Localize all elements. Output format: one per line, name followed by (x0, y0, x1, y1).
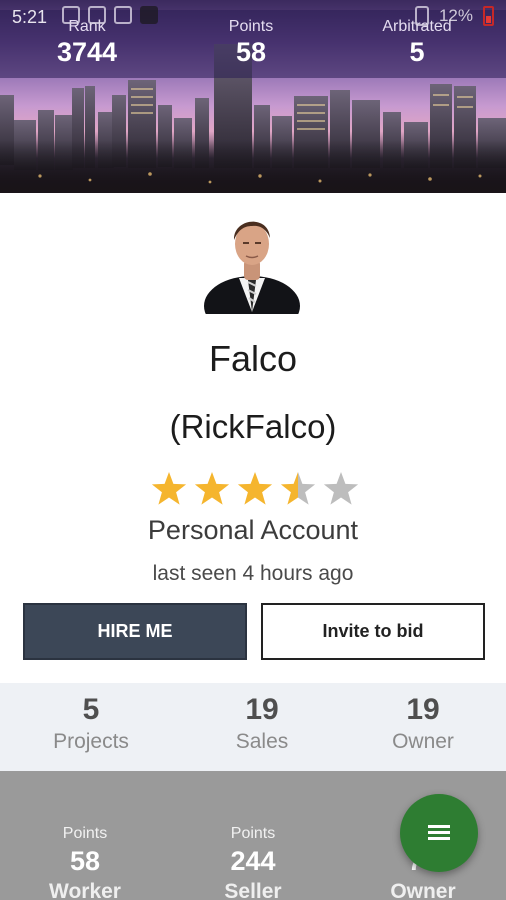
points-value: 58 (235, 37, 267, 67)
sales-count-label: Sales (235, 730, 289, 753)
status-system-icons: 12% (414, 6, 494, 26)
menu-fab-button[interactable] (400, 794, 478, 872)
android-icon (88, 6, 106, 24)
battery-percent: 12% (438, 6, 473, 25)
worker-points: Points 58 Worker (0, 825, 170, 900)
projects-count[interactable]: 5 Projects (6, 693, 176, 755)
projects-count-value: 5 (82, 693, 100, 726)
rating-star (194, 472, 230, 505)
worker-points-label: Points (62, 825, 108, 842)
whatsapp-icon (114, 6, 132, 24)
seller-points-category: Seller (224, 880, 282, 900)
sales-count[interactable]: 19 Sales (177, 693, 347, 755)
rating-star (237, 472, 273, 505)
profile-name: Falco (208, 338, 298, 379)
app-icon (140, 6, 158, 24)
hire-me-button[interactable]: HIRE ME (23, 603, 247, 660)
sales-count-value: 19 (245, 693, 279, 726)
rating-star (280, 472, 316, 505)
last-seen: last seen 4 hours ago (152, 562, 354, 585)
owner-count-value: 19 (406, 693, 440, 726)
activity-counts: 5 Projects 19 Sales 19 Owner (0, 683, 506, 771)
account-type: Personal Account (147, 515, 359, 545)
battery-low-icon (483, 6, 494, 26)
owner-count-label: Owner (392, 730, 454, 753)
notification-icon (62, 6, 80, 24)
owner-points-category: Owner (390, 880, 456, 900)
seller-points: Points 244 Seller (168, 825, 338, 900)
arbitrated-value: 5 (409, 37, 425, 67)
invite-to-bid-button[interactable]: Invite to bid (261, 603, 485, 660)
status-time: 5:21 (12, 7, 48, 27)
rank-value: 3744 (56, 37, 118, 67)
cover-banner: Rank 3744 Points 58 Arbitrated 5 5:21 12… (0, 0, 506, 193)
owner-count[interactable]: 19 Owner (338, 693, 506, 755)
status-notification-icons (62, 6, 158, 24)
worker-points-category: Worker (49, 880, 121, 900)
projects-count-label: Projects (53, 730, 129, 753)
rating-stars (151, 472, 359, 505)
seller-points-value: 244 (230, 846, 276, 876)
vibrate-icon (414, 6, 429, 26)
worker-points-value: 58 (69, 846, 101, 876)
profile-username: (RickFalco) (169, 408, 337, 445)
seller-points-label: Points (230, 825, 276, 842)
rating-star (323, 472, 359, 505)
status-bar: 5:21 12% (0, 0, 506, 34)
rating-star (151, 472, 187, 505)
avatar[interactable] (203, 208, 301, 314)
